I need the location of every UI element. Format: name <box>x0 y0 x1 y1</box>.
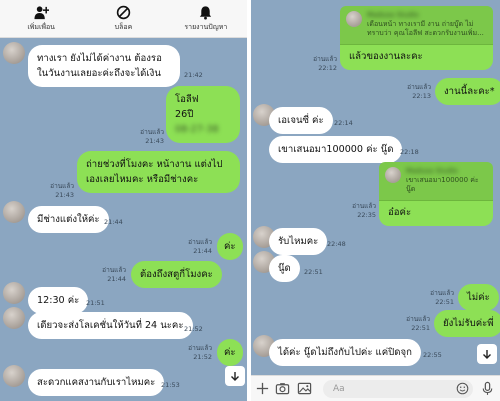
report-button[interactable]: รายงานปัญหา <box>165 0 247 37</box>
right-chat-screenshot: Madusa Studio เดือนหน้า ทางเรามี งาน ถ่า… <box>251 0 500 401</box>
outgoing-message: ค่ะ <box>217 233 243 260</box>
message-line: โอลีฟ <box>175 94 199 105</box>
message-time: 21:44 <box>107 275 126 283</box>
scroll-to-bottom-button[interactable] <box>225 366 245 386</box>
sender-avatar[interactable] <box>3 42 25 64</box>
message-time: 21:52 <box>184 325 203 333</box>
sender-avatar[interactable] <box>3 201 25 223</box>
message-time: 21:42 <box>184 71 203 79</box>
sender-avatar[interactable] <box>3 282 25 304</box>
message-input-bar: Aa <box>251 375 500 401</box>
message-time: 22:13 <box>412 92 431 100</box>
quoted-text: เดือนหน้า ทางเรามี งาน ถ่ายบู๊ด ไม่ทราบว… <box>367 20 484 37</box>
outgoing-message: ยังไม่รับค่ะพี่ <box>434 310 500 337</box>
message-time: 22:51 <box>435 298 454 306</box>
quoted-sender-name: Madusa Studio <box>406 167 458 175</box>
emoji-icon[interactable] <box>456 382 469 395</box>
report-label: รายงานปัญหา <box>184 22 228 31</box>
message-text: อ๋อค่ะ <box>388 207 412 218</box>
message-time: 21:52 <box>193 353 212 361</box>
sender-avatar[interactable] <box>3 307 25 329</box>
read-receipt: อ่านแล้ว <box>407 83 431 91</box>
incoming-message: สะดวกแคสงานกับเราไหมคะ <box>28 369 165 396</box>
message-time: 22:35 <box>357 211 376 219</box>
message-time: 21:51 <box>86 299 105 307</box>
read-receipt: อ่านแล้ว <box>188 238 212 246</box>
read-receipt: อ่านแล้ว <box>50 182 74 190</box>
message-input[interactable]: Aa <box>323 380 473 398</box>
chat-header: เพิ่มเพื่อน บล็อค รายงานปัญหา <box>0 0 247 38</box>
message-line: 26ปี <box>175 109 194 120</box>
left-chat-screenshot: เพิ่มเพื่อน บล็อค รายงานปัญหา ทางเรา ยัง… <box>0 0 247 401</box>
message-time: 21:43 <box>55 191 74 199</box>
read-receipt: อ่านแล้ว <box>140 128 164 136</box>
quoted-text: เขาเสนอมา100000 ค่ะ นู๊ด <box>406 176 479 193</box>
outgoing-message: งานนี้ละคะ* <box>435 78 500 105</box>
quoted-sender-avatar <box>346 11 362 27</box>
read-receipt: อ่านแล้ว <box>352 202 376 210</box>
arrow-down-icon <box>231 372 239 381</box>
message-time: 21:44 <box>104 218 123 226</box>
outgoing-message-with-quote: Madusa Studio เขาเสนอมา100000 ค่ะ นู๊ด อ… <box>379 162 493 226</box>
incoming-message: เอเจนซี่ ค่ะ <box>269 107 333 134</box>
outgoing-message: ไม่ค่ะ <box>458 284 499 311</box>
message-time: 21:44 <box>193 247 212 255</box>
image-icon[interactable] <box>297 381 312 396</box>
incoming-message: ได้ค่ะ นู๊ดไม่ถึงกับไปค่ะ แค่ปิดจุก <box>269 339 421 366</box>
message-time: 22:12 <box>318 64 337 72</box>
outgoing-message-with-quote: Madusa Studio เดือนหน้า ทางเรามี งาน ถ่า… <box>340 6 493 70</box>
message-time: 22:51 <box>411 324 430 332</box>
outgoing-message: โอลีฟ 26ปี 08-27-38 <box>166 86 240 143</box>
add-friend-label: เพิ่มเพื่อน <box>27 22 55 31</box>
incoming-message: เขาเสนอมา100000 ค่ะ นู๊ด <box>269 136 403 163</box>
read-receipt: อ่านแล้ว <box>188 344 212 352</box>
plus-icon[interactable] <box>255 381 270 396</box>
read-receipt: อ่านแล้ว <box>430 289 454 297</box>
message-time: 21:43 <box>145 137 164 145</box>
quoted-sender-avatar <box>385 167 401 183</box>
quoted-message[interactable]: Madusa Studio เดือนหน้า ทางเรามี งาน ถ่า… <box>340 6 493 45</box>
message-time: 22:14 <box>334 119 353 127</box>
block-icon <box>116 5 131 19</box>
message-text: แล้วของงานละคะ <box>349 51 423 62</box>
message-time: 22:51 <box>304 268 323 276</box>
read-receipt: อ่านแล้ว <box>313 55 337 63</box>
microphone-icon[interactable] <box>480 381 495 396</box>
sender-avatar[interactable] <box>3 365 25 387</box>
read-receipt: อ่านแล้ว <box>102 266 126 274</box>
bell-icon <box>200 5 212 20</box>
incoming-message: เดียวจะส่งโลเคชั่นให้วันที่ 24 นะคะ <box>28 312 193 339</box>
scroll-to-bottom-button[interactable] <box>477 344 497 364</box>
block-button[interactable]: บล็อค <box>82 0 164 37</box>
quoted-message[interactable]: Madusa Studio เขาเสนอมา100000 ค่ะ นู๊ด <box>379 162 493 201</box>
incoming-message: ทางเรา ยังไม่ได้ค่างาน ต้องรอในวันงานเลย… <box>28 45 180 87</box>
blurred-message-line: 08-27-38 <box>175 124 219 135</box>
incoming-message: นู๊ด <box>269 255 300 282</box>
person-plus-icon <box>34 5 49 19</box>
incoming-message: มีช่างแต่งให้ค่ะ <box>28 206 109 233</box>
outgoing-message: ถ่ายช่วงที่โมงคะ หน้างาน แต่งไปเองเลยไหม… <box>77 151 240 193</box>
quoted-sender-name: Madusa Studio <box>367 11 419 19</box>
incoming-message: 12:30 ค่ะ <box>28 287 89 314</box>
camera-icon[interactable] <box>275 381 290 396</box>
message-time: 21:53 <box>161 381 180 389</box>
read-receipt: อ่านแล้ว <box>406 315 430 323</box>
outgoing-message: ค่ะ <box>217 339 243 366</box>
message-time: 22:55 <box>423 351 442 359</box>
arrow-down-icon <box>483 350 491 359</box>
message-time: 22:48 <box>327 240 346 248</box>
message-time: 22:18 <box>400 148 419 156</box>
outgoing-message: ต้องถึงสตูกี่โมงคะ <box>131 261 222 288</box>
add-friend-button[interactable]: เพิ่มเพื่อน <box>0 0 82 37</box>
block-label: บล็อค <box>114 22 133 31</box>
incoming-message: รับไหมคะ <box>269 228 328 255</box>
